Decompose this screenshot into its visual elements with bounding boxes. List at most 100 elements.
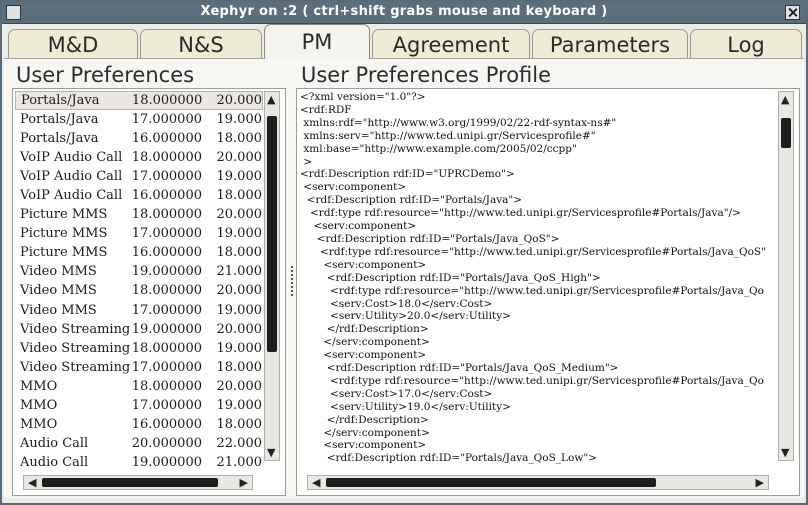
list-item[interactable]: Video MMS 18.000000 20.000	[15, 281, 263, 300]
arrow-right-icon[interactable]: ▶	[240, 477, 248, 488]
tab-md[interactable]: M&D	[8, 29, 138, 59]
window-title: Xephyr on :2 ( ctrl+shift grabs mouse an…	[200, 4, 608, 19]
arrow-left-icon[interactable]: ◀	[28, 477, 36, 488]
list-item[interactable]: Audio Call 20.000000 22.000	[15, 434, 263, 453]
list-item[interactable]: Portals/Java 16.000000 18.000	[15, 129, 263, 148]
xml-line: <rdf:type rdf:resource="http://www.ted.u…	[300, 284, 764, 297]
arrow-down-icon[interactable]: ▼	[267, 447, 275, 458]
service-name: Video Streaming	[20, 340, 131, 356]
cost-value: 18.000000	[131, 93, 203, 109]
service-name: Audio Call	[20, 435, 89, 451]
cost-value: 17.000000	[131, 302, 202, 318]
cost-value: 18.000000	[131, 283, 202, 299]
list-item[interactable]: Picture MMS 16.000000 18.000	[15, 243, 263, 262]
tab-log[interactable]: Log	[690, 29, 802, 59]
preferences-horizontal-scrollbar[interactable]: ◀ ▶	[23, 475, 253, 490]
xml-line: </serv:component>	[300, 336, 430, 349]
cost-value: 18.000000	[131, 207, 202, 223]
utility-value: 19.000	[216, 169, 263, 185]
tab-pm[interactable]: PM	[264, 24, 370, 59]
cost-value: 17.000000	[131, 226, 202, 242]
arrow-up-icon[interactable]: ▲	[267, 94, 275, 105]
list-item[interactable]: Picture MMS 18.000000 20.000	[15, 205, 263, 224]
cost-value: 19.000000	[131, 321, 202, 337]
service-name: Picture MMS	[20, 226, 108, 242]
profile-horizontal-scrollbar[interactable]: ◀ ▶	[307, 475, 769, 490]
tab-parameters[interactable]: Parameters	[532, 29, 688, 59]
preferences-vertical-scrollbar[interactable]: ▲ ▼	[264, 91, 280, 461]
user-preferences-profile-title: User Preferences Profile	[301, 63, 552, 87]
list-item[interactable]: Video Streaming 18.000000 19.000	[15, 339, 263, 358]
service-name: Audio Call	[20, 454, 89, 470]
service-name: VoIP Audio Call	[20, 150, 123, 166]
service-name: Portals/Java	[20, 131, 99, 147]
window-menu-icon[interactable]	[6, 5, 21, 20]
service-name: Portals/Java	[21, 93, 100, 109]
preferences-vertical-scroll-thumb[interactable]	[267, 116, 277, 352]
service-name: Video Streaming	[20, 359, 131, 375]
profile-vertical-scrollbar[interactable]: ▲ ▼	[778, 91, 794, 461]
arrow-up-icon[interactable]: ▲	[781, 94, 789, 105]
list-item[interactable]: VoIP Audio Call 17.000000 19.000	[15, 167, 263, 186]
utility-value: 18.000	[216, 188, 263, 204]
list-item[interactable]: Audio Call 19.000000 21.000	[15, 453, 263, 471]
list-item[interactable]: Picture MMS 17.000000 19.000	[15, 224, 263, 243]
utility-value: 20.000	[216, 321, 263, 337]
xml-line: <rdf:type rdf:resource="http://www.ted.u…	[300, 245, 766, 258]
cost-value: 17.000000	[131, 359, 202, 375]
xml-line: </rdf:Description>	[300, 323, 429, 336]
service-name: MMO	[20, 397, 58, 413]
xml-line: >	[300, 155, 313, 168]
xml-line: <rdf:Description rdf:ID="UPRCDemo">	[300, 168, 515, 181]
arrow-down-icon[interactable]: ▼	[781, 447, 789, 458]
xml-line: <serv:component>	[300, 258, 427, 271]
tab-ns[interactable]: N&S	[140, 29, 262, 59]
xml-line: <rdf:type rdf:resource="http://www.ted.u…	[300, 374, 764, 387]
xephyr-window: Xephyr on :2 ( ctrl+shift grabs mouse an…	[0, 0, 808, 505]
title-bar[interactable]: Xephyr on :2 ( ctrl+shift grabs mouse an…	[2, 2, 806, 24]
list-item[interactable]: MMO 17.000000 19.000	[15, 396, 263, 415]
list-item[interactable]: Video MMS 19.000000 21.000	[15, 262, 263, 281]
service-name: Portals/Java	[20, 112, 99, 128]
cost-value: 17.000000	[131, 397, 202, 413]
list-item[interactable]: Portals/Java 18.000000 20.000	[15, 91, 263, 111]
list-item[interactable]: VoIP Audio Call 16.000000 18.000	[15, 186, 263, 205]
profile-xml-view[interactable]: <?xml version="1.0"?> <rdf:RDF xmlns:rdf=…	[296, 88, 800, 496]
utility-value: 18.000	[216, 131, 263, 147]
list-item[interactable]: Portals/Java 17.000000 19.000	[15, 110, 263, 129]
xml-line: <rdf:Description rdf:ID="Portals/Java_Qo…	[300, 362, 619, 375]
utility-value: 18.000	[216, 416, 263, 432]
profile-horizontal-scroll-thumb[interactable]	[326, 478, 656, 487]
utility-value: 21.000	[216, 264, 263, 280]
utility-value: 20.000	[216, 378, 263, 394]
cost-value: 16.000000	[131, 188, 202, 204]
tab-strip: M&D N&S PM Agreement Parameters Log	[2, 24, 806, 59]
preferences-list[interactable]: Portals/Java 18.000000 20.000 Portals/Java 1…	[12, 88, 286, 496]
tab-agreement[interactable]: Agreement	[372, 29, 530, 59]
list-item[interactable]: Video Streaming 19.000000 20.000	[15, 320, 263, 339]
cost-value: 17.000000	[131, 112, 202, 128]
xml-line: <rdf:RDF	[300, 103, 352, 116]
list-item[interactable]: Video MMS 17.000000 19.000	[15, 301, 263, 320]
arrow-right-icon[interactable]: ▶	[756, 477, 764, 488]
utility-value: 20.000	[216, 207, 263, 223]
cost-value: 16.000000	[131, 416, 202, 432]
xml-line: </rdf:Description>	[300, 413, 429, 426]
xml-line: <serv:Cost>18.0</serv:Cost>	[300, 297, 493, 310]
service-name: Picture MMS	[20, 207, 108, 223]
arrow-left-icon[interactable]: ◀	[312, 477, 320, 488]
preferences-horizontal-scroll-thumb[interactable]	[42, 478, 218, 487]
profile-vertical-scroll-thumb[interactable]	[781, 118, 791, 148]
close-icon[interactable]	[785, 5, 800, 20]
service-name: Picture MMS	[20, 245, 108, 261]
xml-line: <serv:Utility>19.0</serv:Utility>	[300, 400, 511, 413]
service-name: Video MMS	[20, 302, 97, 318]
splitter-grip-icon[interactable]	[290, 266, 294, 300]
list-item[interactable]: Video Streaming 17.000000 18.000	[15, 358, 263, 377]
cost-value: 19.000000	[131, 454, 202, 470]
xml-line: <rdf:Description rdf:ID="Portals/Java">	[300, 194, 523, 207]
utility-value: 19.000	[216, 340, 263, 356]
list-item[interactable]: MMO 18.000000 20.000	[15, 377, 263, 396]
list-item[interactable]: VoIP Audio Call 18.000000 20.000	[15, 148, 263, 167]
list-item[interactable]: MMO 16.000000 18.000	[15, 415, 263, 434]
